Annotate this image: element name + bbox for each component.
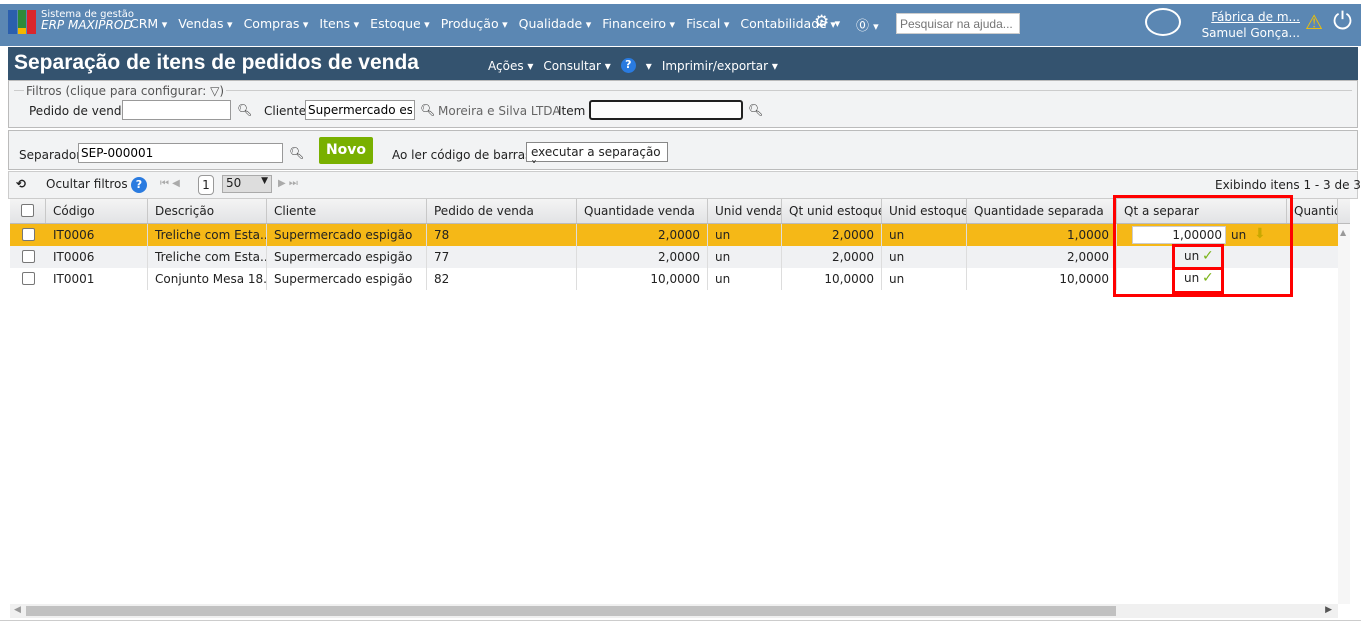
chat-icon[interactable] (1145, 8, 1181, 36)
company-link[interactable]: Fábrica de m... (1196, 9, 1300, 25)
menu-consultar[interactable]: Consultar ▾ (543, 59, 610, 73)
cell-unid-estoque: un (882, 246, 967, 268)
cell-cliente: Supermercado espigão (267, 268, 427, 290)
pedido-label: Pedido de venda (29, 104, 129, 118)
cell-unid-venda: un (708, 246, 782, 268)
cell-unid-venda: un (708, 224, 782, 246)
novo-button[interactable]: Novo (319, 137, 373, 164)
cell-codigo: IT0006 (46, 224, 148, 246)
search-icon[interactable]: 🔍︎ (420, 103, 435, 117)
cell-qt-estoque: 2,0000 (782, 224, 882, 246)
row-checkbox[interactable] (22, 272, 35, 285)
erp-logo[interactable] (8, 10, 37, 34)
col-quantidade[interactable]: Quantid (1287, 199, 1338, 223)
hide-filters-button[interactable]: Ocultar filtros (46, 177, 128, 191)
cliente-name: Moreira e Silva LTDA (438, 104, 561, 118)
help-search-input[interactable] (896, 13, 1020, 34)
menu-compras[interactable]: Compras (244, 16, 309, 31)
menu-qualidade[interactable]: Qualidade (519, 16, 592, 31)
cell-qtd-separada: 2,0000 (967, 246, 1117, 268)
col-cliente[interactable]: Cliente (267, 199, 427, 223)
cliente-label: Cliente (264, 104, 307, 118)
col-qt-estoque[interactable]: Qt unid estoque (782, 199, 882, 223)
next-page-icon[interactable]: ▶ ⏭ (278, 178, 298, 189)
horizontal-scrollbar[interactable]: ◀ ▶ (10, 604, 1338, 618)
col-pedido[interactable]: Pedido de venda (427, 199, 577, 223)
item-input[interactable] (589, 100, 743, 120)
cell-pedido: 82 (427, 268, 577, 290)
barcode-label: Ao ler código de barras: (392, 148, 536, 162)
cell-descricao: Treliche com Esta... (148, 246, 267, 268)
cell-unid-estoque: un (882, 224, 967, 246)
cell-pedido: 77 (427, 246, 577, 268)
menu-producao[interactable]: Produção (441, 16, 508, 31)
help-icon[interactable]: ? (620, 58, 636, 73)
cell-cliente: Supermercado espigão (267, 224, 427, 246)
select-all-checkbox[interactable] (21, 204, 34, 217)
menu-imprimir[interactable]: Imprimir/exportar ▾ (662, 59, 778, 73)
gear-icon[interactable]: ⚙ ▾ (814, 12, 840, 32)
menu-acoes[interactable]: Ações ▾ (488, 59, 533, 73)
help-icon[interactable]: ? (131, 177, 147, 193)
scroll-thumb[interactable] (26, 606, 1116, 616)
cell-descricao: Conjunto Mesa 18... (148, 268, 267, 290)
filters-legend[interactable]: Filtros (clique para configurar: ▽) (24, 84, 227, 98)
cell-descricao: Treliche com Esta... (148, 224, 267, 246)
cell-qtd-venda: 2,0000 (577, 224, 708, 246)
menu-fiscal[interactable]: Fiscal (686, 16, 729, 31)
cell-qt-estoque: 10,0000 (782, 268, 882, 290)
first-page-icon[interactable]: ⏮ ◀ (160, 178, 180, 189)
page-title: Separação de itens de pedidos de venda (14, 51, 419, 74)
vertical-scrollbar[interactable]: ▲ (1338, 224, 1350, 604)
col-descricao[interactable]: Descrição (148, 199, 267, 223)
separador-input[interactable] (78, 143, 283, 163)
brand: Sistema de gestão ERP MAXIPROD (41, 9, 135, 32)
warning-icon[interactable]: ⚠ (1305, 10, 1323, 34)
menu-itens[interactable]: Itens (319, 16, 359, 31)
cliente-input[interactable] (305, 100, 415, 120)
highlight-row-3 (1172, 267, 1224, 294)
menu-estoque[interactable]: Estoque (370, 16, 430, 31)
menu-vendas[interactable]: Vendas (178, 16, 232, 31)
refresh-icon[interactable]: ⟲ (16, 177, 26, 191)
power-icon[interactable]: ⏻ (1333, 7, 1352, 35)
cell-cliente: Supermercado espigão (267, 246, 427, 268)
cell-qt-estoque: 2,0000 (782, 246, 882, 268)
cell-unid-estoque: un (882, 268, 967, 290)
col-unid-venda[interactable]: Unid venda (708, 199, 782, 223)
help-icon[interactable]: ⓪ ▾ (856, 15, 879, 34)
search-icon[interactable]: 🔍︎ (289, 146, 304, 160)
cell-codigo: IT0001 (46, 268, 148, 290)
col-qtd-separada[interactable]: Quantidade separada (967, 199, 1117, 223)
page-size-select[interactable]: 50 ▼ (222, 175, 272, 193)
cell-qtd-separada: 10,0000 (967, 268, 1117, 290)
row-checkbox[interactable] (22, 250, 35, 263)
main-menu: CRM Vendas Compras Itens Estoque Produçã… (130, 16, 836, 31)
cell-codigo: IT0006 (46, 246, 148, 268)
row-checkbox[interactable] (22, 228, 35, 241)
col-unid-estoque[interactable]: Unid estoque (882, 199, 967, 223)
showing-count: Exibindo itens 1 - 3 de 3 (1215, 178, 1361, 192)
cell-unid-venda: un (708, 268, 782, 290)
col-qtd-venda[interactable]: Quantidade venda (577, 199, 708, 223)
search-icon[interactable]: 🔍︎ (237, 103, 252, 117)
cell-qtd-venda: 10,0000 (577, 268, 708, 290)
cell-qtd-venda: 2,0000 (577, 246, 708, 268)
cell-pedido: 78 (427, 224, 577, 246)
cell-qtd-separada: 1,0000 (967, 224, 1117, 246)
menu-crm[interactable]: CRM (130, 16, 167, 31)
separador-label: Separador (19, 148, 82, 162)
page-input[interactable]: 1 (198, 175, 214, 195)
item-label: Item (558, 104, 586, 118)
select-all-column[interactable] (10, 199, 46, 223)
col-codigo[interactable]: Código (46, 199, 148, 223)
search-icon[interactable]: 🔍︎ (748, 103, 763, 117)
barcode-select[interactable]: executar a separação ˅ (526, 142, 668, 173)
menu-financeiro[interactable]: Financeiro (602, 16, 675, 31)
pedido-input[interactable] (122, 100, 231, 120)
